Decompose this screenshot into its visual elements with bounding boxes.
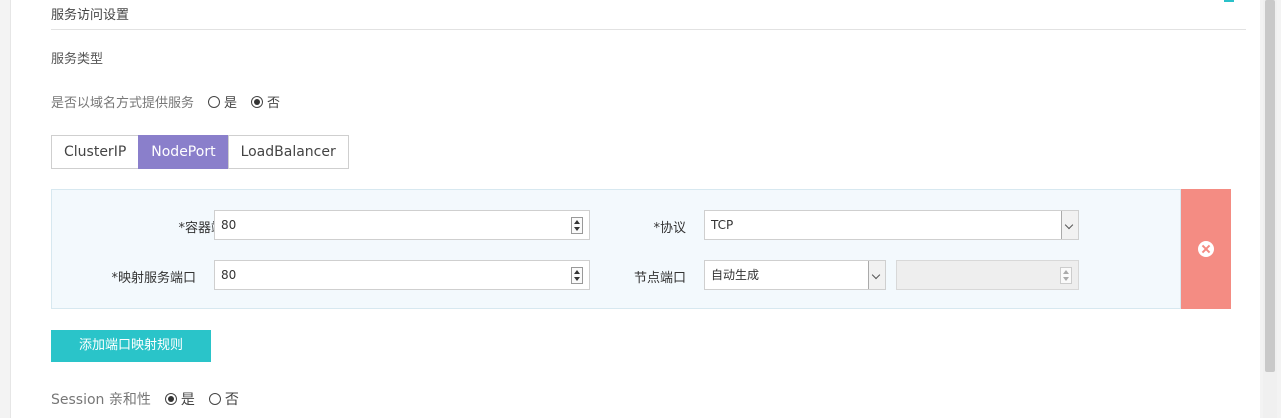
mapped-port-label: *映射服务端口 — [111, 271, 196, 286]
session-affinity-label: Session 亲和性 — [51, 392, 151, 408]
domain-no-option[interactable]: 否 — [251, 92, 280, 111]
session-affinity-row: Session 亲和性 是 否 — [51, 389, 239, 409]
container-port-input[interactable]: 80 — [214, 210, 590, 240]
delete-rule-button[interactable] — [1181, 189, 1231, 309]
mapped-port-input[interactable]: 80 — [214, 260, 590, 290]
chevron-down-icon[interactable] — [868, 261, 885, 289]
domain-yes-option[interactable]: 是 — [208, 92, 237, 111]
session-yes-option[interactable]: 是 — [164, 389, 195, 409]
vertical-scrollbar[interactable] — [1263, 0, 1277, 418]
tab-nodeport[interactable]: NodePort — [138, 135, 229, 169]
domain-yes-radio[interactable] — [208, 95, 221, 108]
section-title: 服务访问设置 — [51, 8, 130, 23]
domain-no-radio[interactable] — [251, 95, 264, 108]
service-type-label: 服务类型 — [51, 52, 104, 67]
domain-yes-label: 是 — [224, 96, 238, 111]
node-port-stepper — [1060, 267, 1072, 284]
service-type-tabs: ClusterIP NodePort LoadBalancer — [51, 135, 349, 169]
scrollbar-thumb[interactable] — [1265, 0, 1275, 372]
session-no-radio[interactable] — [208, 393, 221, 405]
add-port-rule-button[interactable]: 添加端口映射规则 — [51, 330, 211, 362]
section-divider — [51, 29, 1246, 30]
protocol-value: TCP — [711, 218, 734, 232]
node-port-mode-select[interactable]: 自动生成 — [704, 260, 886, 290]
tab-clusterip[interactable]: ClusterIP — [51, 135, 140, 169]
protocol-label: *协议 — [653, 221, 686, 236]
node-port-label: 节点端口 — [633, 271, 686, 286]
session-yes-radio[interactable] — [164, 393, 177, 405]
session-no-label: 否 — [224, 392, 239, 408]
domain-service-row: 是否以域名方式提供服务 是 否 — [51, 92, 280, 111]
tab-loadbalancer[interactable]: LoadBalancer — [227, 135, 349, 169]
chevron-down-icon[interactable] — [1061, 211, 1078, 239]
container-port-value: 80 — [221, 218, 237, 232]
domain-no-label: 否 — [267, 96, 281, 111]
service-settings-panel: 服务访问设置 服务类型 是否以域名方式提供服务 是 否 ClusterIP No… — [10, 0, 1260, 418]
mapped-port-value: 80 — [221, 268, 237, 282]
session-no-option[interactable]: 否 — [208, 389, 239, 409]
port-mapping-rule: *容器端口 80 *协议 TCP *映射服务端口 80 节点端口 自动生成 — [51, 189, 1181, 309]
session-yes-label: 是 — [180, 392, 195, 408]
node-port-mode-value: 自动生成 — [711, 268, 760, 282]
domain-service-label: 是否以域名方式提供服务 — [51, 96, 195, 111]
protocol-select[interactable]: TCP — [704, 210, 1079, 240]
close-circle-icon[interactable] — [1198, 241, 1214, 257]
collapse-icon[interactable] — [1224, 0, 1234, 2]
node-port-input — [896, 260, 1079, 290]
